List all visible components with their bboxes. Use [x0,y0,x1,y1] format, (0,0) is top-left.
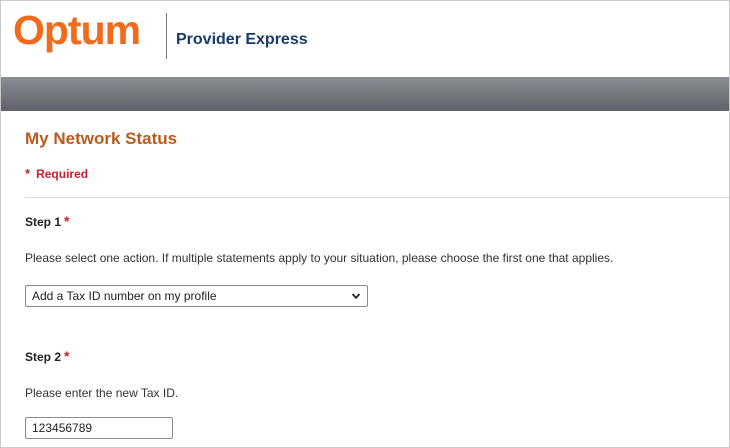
step2-instruction: Please enter the new Tax ID. [25,386,179,400]
step1-required-star-icon: * [64,213,70,229]
required-note-label: Required [36,167,89,181]
page-title: My Network Status [25,129,178,148]
step2-required-star-icon: * [64,348,70,364]
required-star-icon: * [25,166,31,181]
step2-label: Step 2 * [25,348,69,365]
logo-divider [166,13,167,59]
step1-instruction: Please select one action. If multiple st… [25,251,614,265]
required-note: * Required [25,166,88,182]
step1-label: Step 1 * [25,213,69,230]
step1-label-text: Step 1 [25,215,62,229]
chevron-down-icon [351,293,361,300]
site-header: Optum Provider Express [1,1,729,77]
action-select[interactable]: Add a Tax ID number on my profile [25,285,368,307]
optum-logo[interactable]: Optum [13,5,141,55]
nav-bar [1,77,729,111]
page: Optum Provider Express My Network Status… [0,0,730,448]
action-select-value: Add a Tax ID number on my profile [32,289,217,303]
product-name: Provider Express [176,31,308,48]
tax-id-input[interactable] [25,417,173,439]
step2-label-text: Step 2 [25,350,62,364]
section-divider [25,197,729,198]
